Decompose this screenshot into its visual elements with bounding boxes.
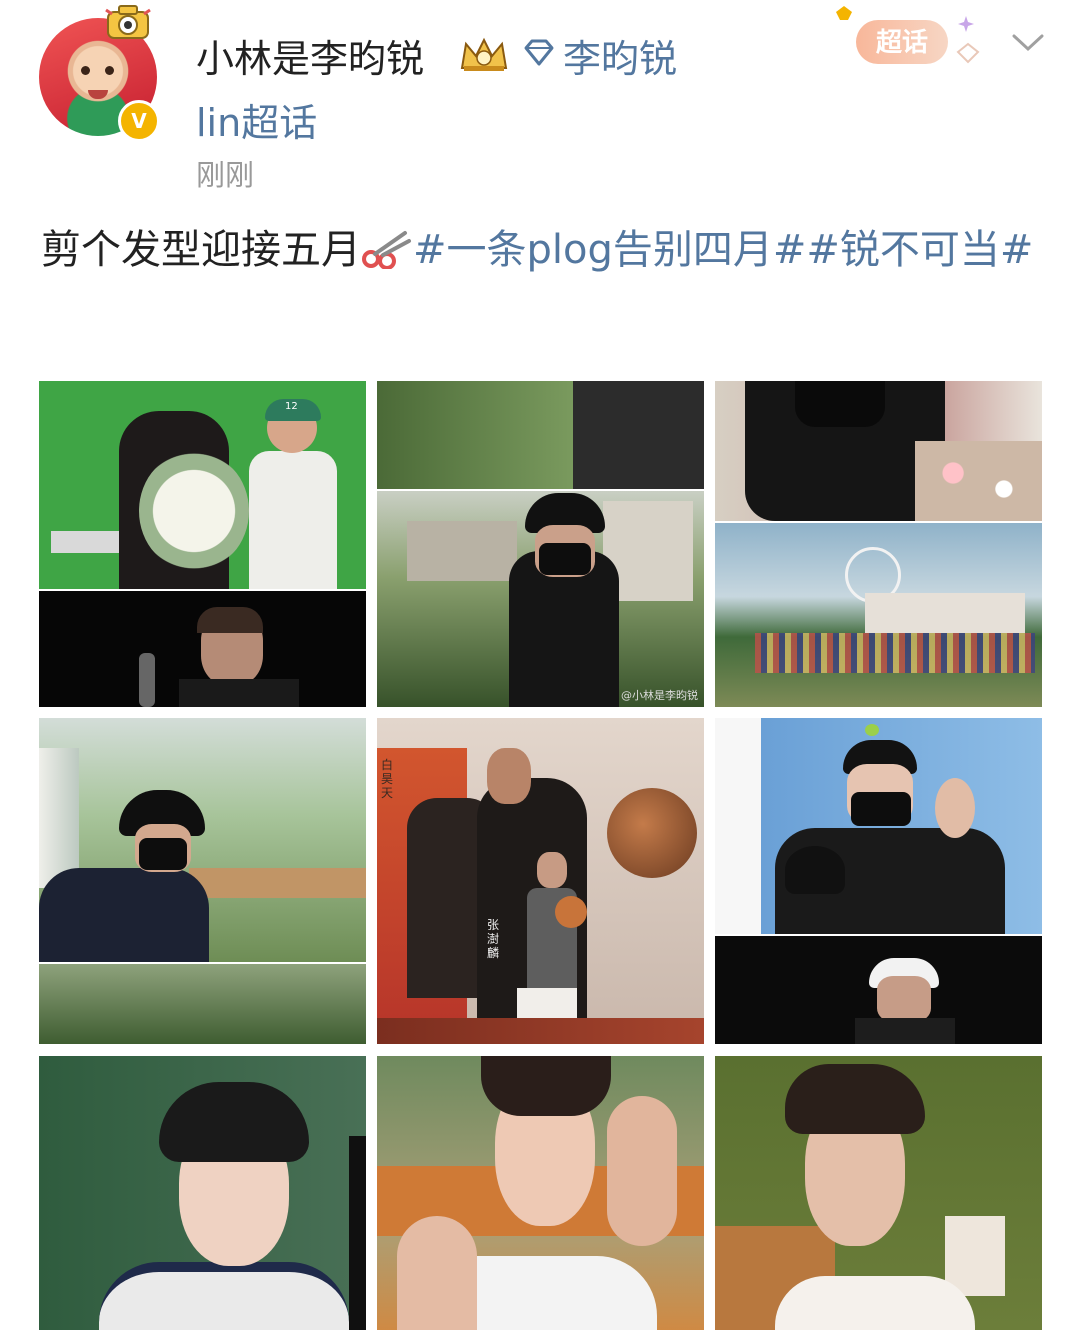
poster-label: 白昊天 [381,758,394,800]
photo-1[interactable]: 12 [39,381,366,707]
badge-label: 超话 [876,28,928,58]
photo-9[interactable] [715,1056,1042,1330]
avatar-eye [81,66,90,75]
verified-badge-icon: V [118,100,160,142]
photo-5[interactable]: 白昊天 张澍麟 [377,718,704,1044]
supertopic-badge[interactable]: 超话 [826,4,992,78]
post-body: 剪个发型迎接五月 #一条plog告别四月##锐不可当# [41,220,1041,280]
photo-grid: 12 @小林是李昀锐 白昊天 张澍麟 [39,381,1042,1330]
diamond-icon [524,39,554,66]
watermark: @小林是李昀锐 [621,689,698,702]
photo-2[interactable]: @小林是李昀锐 [377,381,704,707]
scissors-icon [362,231,411,269]
avatar-eye [105,66,114,75]
post-text: 剪个发型迎接五月 [41,227,361,273]
topic-link[interactable]: 李昀锐 [563,28,677,83]
hashtag-link[interactable]: #锐不可当# [806,227,1033,273]
post-timestamp: 刚刚 [196,158,255,192]
photo-7[interactable] [39,1056,366,1330]
hashtag-link[interactable]: #一条plog告别四月# [413,227,806,273]
poster-label: 张澍麟 [487,918,500,960]
author-name[interactable]: 小林是李昀锐 [196,28,424,83]
crown-fan-badge-icon [460,37,508,71]
camera-icon [105,5,151,39]
chevron-down-icon[interactable] [1010,30,1046,54]
photo-6[interactable] [715,718,1042,1044]
avatar-mouth [88,90,108,99]
supertopic-link[interactable]: lin超话 [196,92,317,147]
photo-8[interactable] [377,1056,704,1330]
cap-number: 12 [285,401,298,412]
photo-3[interactable] [715,381,1042,707]
photo-4[interactable] [39,718,366,1044]
